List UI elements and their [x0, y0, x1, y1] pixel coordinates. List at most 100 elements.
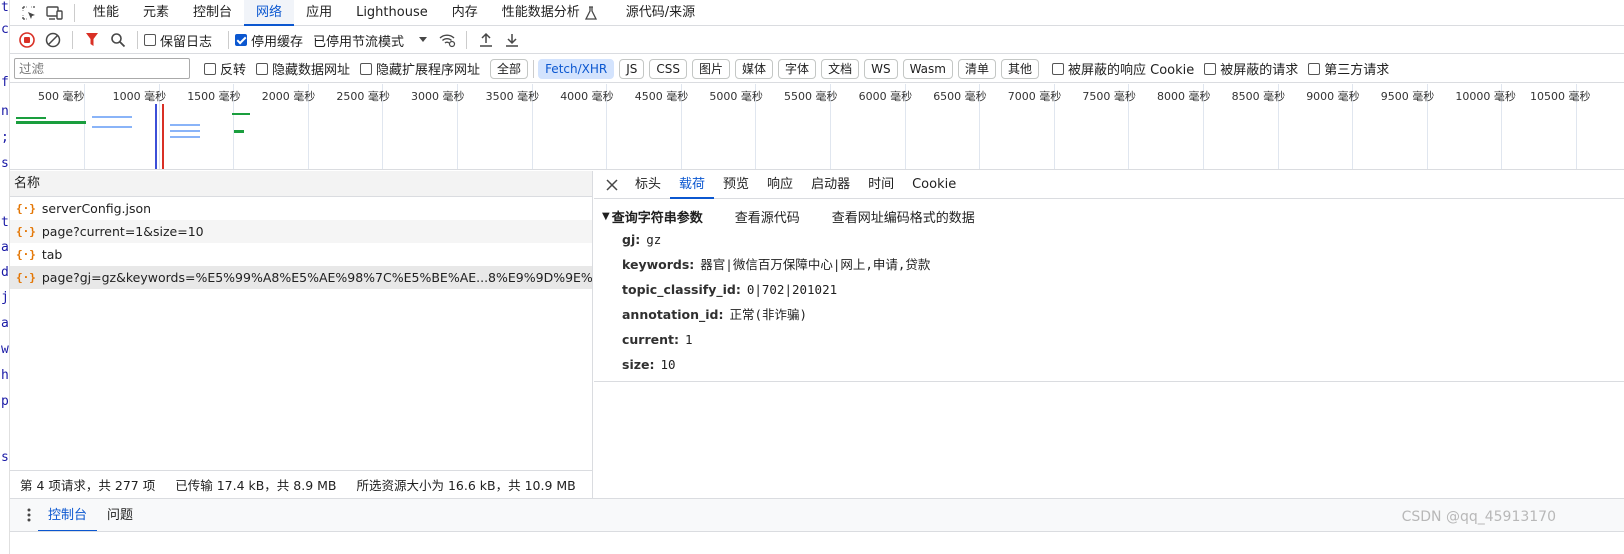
device-toolbar-icon[interactable] — [42, 1, 68, 25]
tab-sources[interactable]: 源代码/来源 — [614, 0, 707, 26]
timeline-tick-label: 4000 毫秒 — [560, 90, 614, 103]
query-string-section-header[interactable]: ▼ 查询字符串参数 查看源代码 查看网址编码格式的数据 — [602, 205, 1624, 227]
clear-icon[interactable] — [40, 28, 66, 52]
json-file-icon: {·} — [16, 225, 36, 238]
type-filter-fetch-xhr[interactable]: Fetch/XHR — [538, 58, 615, 79]
type-filter-font[interactable]: 字体 — [778, 58, 817, 79]
tab-timing[interactable]: 时间 — [859, 171, 903, 199]
divider — [74, 3, 75, 22]
triangle-down-icon: ▼ — [602, 210, 610, 222]
request-row[interactable]: {·} serverConfig.json — [10, 197, 592, 220]
type-filter-media[interactable]: 媒体 — [735, 58, 774, 79]
import-har-icon[interactable] — [473, 28, 499, 52]
checkbox-box[interactable] — [235, 34, 248, 46]
third-party-checkbox[interactable]: 第三方请求 — [1308, 59, 1389, 78]
param-key: topic_classify_id: — [622, 282, 741, 297]
timeline-tick-label: 3500 毫秒 — [485, 90, 540, 103]
tab-lighthouse[interactable]: Lighthouse — [344, 0, 440, 26]
gutter-char: n — [1, 104, 9, 119]
type-filter-js[interactable]: JS — [619, 58, 645, 79]
type-filter-all[interactable]: 全部 — [490, 58, 529, 79]
network-conditions-icon[interactable] — [434, 28, 460, 52]
timeline-tick-label: 8500 毫秒 — [1231, 90, 1286, 103]
drawer-tab-console[interactable]: 控制台 — [38, 499, 98, 532]
preserve-log-checkbox[interactable]: 保留日志 — [144, 31, 212, 50]
checkbox-box[interactable] — [1204, 62, 1217, 75]
search-icon[interactable] — [105, 28, 131, 52]
param-value: 正常(非诈骗) — [729, 307, 808, 322]
gutter-char: p — [1, 394, 9, 409]
page-code-gutter: t c f n ; s t a d j a w h p s — [0, 0, 10, 554]
inspect-element-icon[interactable] — [16, 1, 42, 25]
tab-application[interactable]: 应用 — [294, 0, 344, 26]
request-row[interactable]: {·} tab — [10, 243, 592, 266]
checkbox-box[interactable] — [144, 34, 156, 46]
blocked-requests-checkbox[interactable]: 被屏蔽的请求 — [1204, 59, 1298, 78]
stop-recording-icon[interactable] — [14, 28, 40, 52]
type-filter-wasm[interactable]: Wasm — [902, 58, 953, 79]
request-row[interactable]: {·} page?current=1&size=10 — [10, 220, 592, 243]
filter-icon[interactable] — [79, 28, 105, 52]
tab-response[interactable]: 响应 — [758, 171, 802, 199]
timeline-tick-label: 10000 毫秒 — [1455, 90, 1516, 103]
hide-data-urls-checkbox[interactable]: 隐藏数据网址 — [256, 59, 350, 78]
type-filter-doc[interactable]: 文档 — [821, 58, 860, 79]
waterfall-bar — [234, 130, 244, 133]
param-key: gj: — [622, 232, 641, 247]
type-filter-ws[interactable]: WS — [864, 58, 898, 79]
param-row: current: 1 — [602, 327, 1624, 352]
tab-performance-insights[interactable]: 性能数据分析 — [490, 0, 582, 26]
tab-memory[interactable]: 内存 — [440, 0, 490, 26]
invert-checkbox[interactable]: 反转 — [204, 59, 246, 78]
payload-panel: ▼ 查询字符串参数 查看源代码 查看网址编码格式的数据 gj: gz keywor… — [594, 199, 1624, 382]
tab-console[interactable]: 控制台 — [181, 0, 244, 26]
timeline-tick-label: 7500 毫秒 — [1082, 90, 1136, 103]
view-url-encoded-link[interactable]: 查看网址编码格式的数据 — [832, 207, 975, 226]
timeline-tick-label: 1500 毫秒 — [187, 90, 241, 103]
view-source-link[interactable]: 查看源代码 — [735, 207, 800, 226]
checkbox-box[interactable] — [360, 62, 373, 75]
throttle-select[interactable]: 已停用节流模式 — [313, 31, 428, 50]
request-name: serverConfig.json — [41, 201, 152, 216]
waterfall-bar — [232, 113, 250, 115]
close-icon[interactable] — [602, 173, 622, 197]
timeline-tick-label: 5000 毫秒 — [709, 90, 763, 103]
request-row-selected[interactable]: {·} page?gj=gz&keywords=%E5%99%A8%E5%AE%… — [10, 266, 592, 289]
tab-headers[interactable]: 标头 — [626, 171, 670, 199]
tab-cookies[interactable]: Cookie — [903, 171, 965, 199]
export-har-icon[interactable] — [499, 28, 525, 52]
devtools-panel: 性能 元素 控制台 网络 应用 Lighthouse 内存 性能数据分析 源代码… — [10, 0, 1624, 554]
drawer-tab-issues[interactable]: 问题 — [97, 499, 143, 532]
tab-elements[interactable]: 元素 — [131, 0, 181, 26]
type-filter-css[interactable]: CSS — [649, 58, 688, 79]
type-filter-other[interactable]: 其他 — [1000, 58, 1039, 79]
param-row: gj: gz — [602, 227, 1624, 252]
more-options-icon[interactable] — [20, 503, 38, 527]
flask-icon — [582, 1, 600, 25]
tab-performance[interactable]: 性能 — [81, 0, 131, 26]
checkbox-box[interactable] — [1308, 62, 1321, 75]
checkbox-box[interactable] — [1052, 62, 1064, 75]
tab-initiator[interactable]: 启动器 — [802, 171, 859, 199]
network-overview-timeline[interactable]: 500 毫秒 1000 毫秒 1500 毫秒 2000 毫秒 2500 毫秒 3000 毫… — [10, 84, 1624, 170]
filter-input[interactable]: 过滤 — [14, 58, 190, 79]
throttle-select-value: 已停用节流模式 — [313, 34, 405, 50]
tab-network[interactable]: 网络 — [244, 0, 295, 26]
checkbox-box[interactable] — [204, 62, 216, 75]
timeline-tick-label: 4500 毫秒 — [634, 90, 689, 103]
tab-preview[interactable]: 预览 — [714, 171, 758, 199]
disable-cache-checkbox[interactable]: 停用缓存 — [235, 31, 303, 50]
type-filter-manifest[interactable]: 清单 — [957, 58, 996, 79]
type-filter-img[interactable]: 图片 — [692, 58, 731, 79]
request-list-pane: 名称 {·} serverConfig.json {·} page?curren… — [10, 171, 593, 498]
param-value: 1 — [685, 332, 693, 347]
blocked-cookies-checkbox[interactable]: 被屏蔽的响应 Cookie — [1052, 59, 1194, 78]
hide-extension-urls-checkbox[interactable]: 隐藏扩展程序网址 — [360, 59, 480, 78]
third-party-label: 第三方请求 — [1324, 63, 1390, 78]
checkbox-box[interactable] — [256, 62, 269, 75]
waterfall-bar — [170, 136, 200, 138]
name-column-header[interactable]: 名称 — [10, 171, 592, 197]
param-value: 10 — [660, 357, 676, 372]
param-value: gz — [646, 232, 662, 247]
tab-payload[interactable]: 载荷 — [670, 171, 715, 199]
